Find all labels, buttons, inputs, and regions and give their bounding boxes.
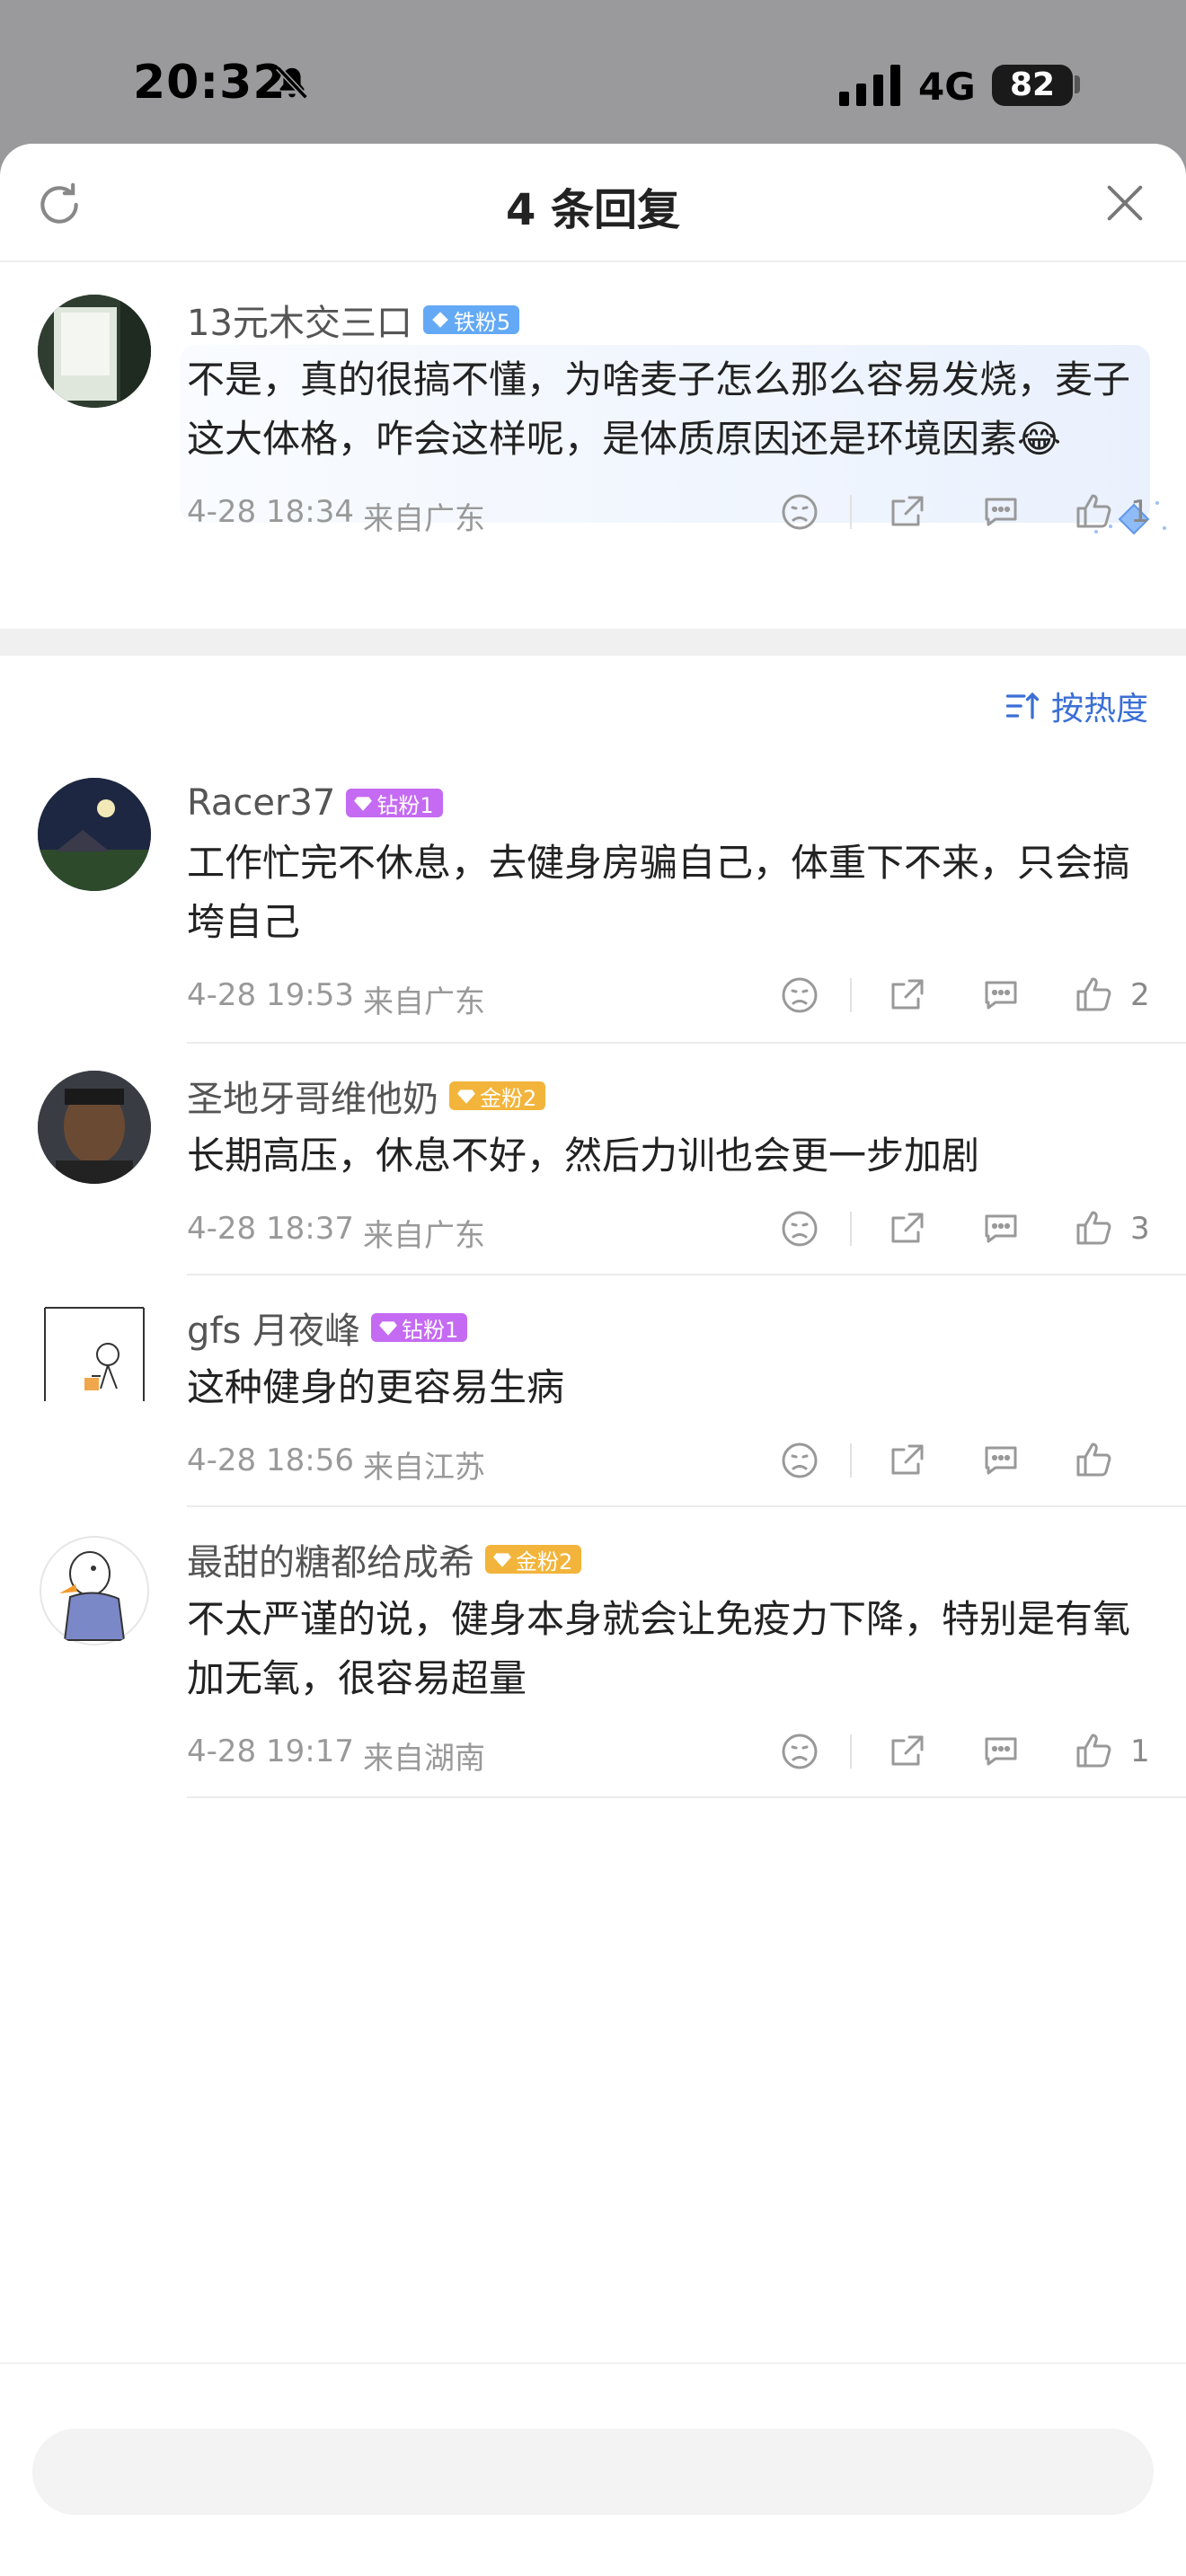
reply-icon[interactable] — [979, 1207, 1022, 1250]
like-count: 1 — [1130, 494, 1150, 530]
dislike-icon[interactable] — [778, 1207, 821, 1250]
signal-icon — [839, 65, 900, 106]
comment-location: 来自湖南 — [363, 1741, 485, 1777]
comment-actions — [778, 1437, 1150, 1484]
bell-muted-icon — [276, 66, 308, 100]
reply-icon[interactable] — [979, 974, 1022, 1017]
badge-label: 铁粉5 — [453, 309, 511, 335]
reply-input[interactable] — [32, 2429, 1154, 2515]
comment-actions: 1 — [778, 1728, 1150, 1775]
divider — [187, 1042, 1186, 1044]
reply-icon[interactable] — [979, 1439, 1022, 1482]
author-name[interactable]: 圣地牙哥维他奶 — [187, 1070, 438, 1122]
gem-icon — [379, 1321, 397, 1336]
network-label: 4G — [918, 65, 976, 109]
comment-text: 不太严谨的说，健身本身就会让免疫力下降，特别是有氧加无氧，很容易超量 — [187, 1597, 1131, 1700]
reply-icon[interactable] — [979, 490, 1022, 534]
comment-time: 4-28 19:17 — [187, 1734, 354, 1769]
avatar[interactable] — [38, 295, 151, 408]
comment-text: 这种健身的更容易生病 — [187, 1365, 565, 1409]
comment-actions: 2 — [778, 972, 1150, 1019]
comment-location: 来自广东 — [363, 501, 485, 537]
comment-text: 不是，真的很搞不懂，为啥麦子怎么那么容易发烧，麦子这大体格，咋会这样呢，是体质原… — [187, 357, 1131, 461]
share-icon[interactable] — [886, 1207, 929, 1250]
close-icon[interactable] — [1102, 180, 1148, 226]
dislike-icon[interactable] — [778, 490, 821, 534]
fan-badge: 金粉2 — [485, 1545, 582, 1575]
status-time: 20:32 — [133, 56, 287, 110]
comment-actions: 1 — [778, 489, 1150, 535]
gem-icon — [432, 312, 448, 328]
section-divider — [0, 629, 1186, 656]
comment-meta: 4-28 18:34 来自广东 1 — [187, 485, 1150, 539]
comment-actions: 3 — [778, 1205, 1150, 1252]
divider — [187, 1274, 1186, 1275]
badge-label: 金粉2 — [516, 1548, 573, 1575]
author-name[interactable]: Racer37 — [187, 782, 335, 824]
gem-icon — [457, 1090, 475, 1104]
share-icon[interactable] — [886, 1730, 929, 1773]
fan-badge: 钻粉1 — [346, 789, 443, 818]
fan-badge: 金粉2 — [449, 1081, 546, 1111]
like-icon[interactable] — [1073, 974, 1116, 1017]
gem-icon — [354, 797, 373, 811]
status-bar: 20:32 4G 82 — [0, 0, 1186, 144]
battery-indicator: 82 — [992, 65, 1073, 106]
like-count: 1 — [1130, 1734, 1150, 1769]
like-count: 3 — [1130, 1211, 1150, 1247]
share-icon[interactable] — [886, 1439, 929, 1482]
sheet-header: 4 条回复 — [0, 144, 1186, 262]
divider — [187, 1505, 1186, 1507]
gem-icon — [493, 1553, 511, 1567]
comment-meta: 4-28 19:53 来自广东 2 — [187, 968, 1150, 1022]
author-name[interactable]: 13元木交三口 — [187, 294, 412, 346]
author-name[interactable]: gfs 月夜峰 — [187, 1301, 360, 1354]
dislike-icon[interactable] — [778, 1730, 821, 1773]
sort-icon — [1005, 692, 1040, 719]
sort-by-hot-button[interactable]: 按热度 — [1003, 683, 1148, 729]
comment-time: 4-28 18:56 — [187, 1442, 354, 1478]
avatar[interactable] — [38, 1534, 151, 1647]
author-name[interactable]: 最甜的糖都给成希 — [187, 1533, 474, 1585]
comment-time: 4-28 18:34 — [187, 494, 354, 530]
dislike-icon[interactable] — [778, 974, 821, 1017]
share-icon[interactable] — [886, 974, 929, 1017]
comment-time: 4-28 18:37 — [187, 1211, 354, 1247]
comment-location: 来自江苏 — [363, 1450, 485, 1486]
badge-label: 金粉2 — [480, 1085, 537, 1111]
fan-badge: 钻粉1 — [371, 1313, 468, 1343]
dislike-icon[interactable] — [778, 1439, 821, 1482]
like-icon[interactable] — [1073, 1730, 1116, 1773]
fan-badge: 铁粉5 — [422, 305, 520, 335]
comment-meta: 4-28 18:56 来自江苏 — [187, 1434, 1150, 1487]
comment-text: 长期高压，休息不好，然后力训也会更一步加剧 — [187, 1134, 980, 1178]
comment-location: 来自广东 — [363, 1218, 485, 1254]
comment-location: 来自广东 — [363, 984, 485, 1020]
avatar[interactable] — [38, 778, 151, 891]
comment-meta: 4-28 18:37 来自广东 3 — [187, 1202, 1150, 1256]
badge-label: 钻粉1 — [376, 792, 434, 818]
avatar[interactable] — [38, 1302, 151, 1416]
comment-time: 4-28 19:53 — [187, 977, 354, 1013]
battery-tip — [1075, 75, 1080, 93]
like-count: 2 — [1130, 977, 1150, 1013]
reply-bar — [0, 2362, 1186, 2576]
share-icon[interactable] — [886, 490, 929, 534]
like-icon[interactable] — [1073, 490, 1116, 534]
comment-meta: 4-28 19:17 来自湖南 1 — [187, 1725, 1150, 1778]
avatar[interactable] — [38, 1071, 151, 1184]
sort-label: 按热度 — [1050, 691, 1148, 728]
reply-icon[interactable] — [979, 1730, 1022, 1773]
like-icon[interactable] — [1073, 1439, 1116, 1482]
badge-label: 钻粉1 — [402, 1317, 459, 1343]
replies-sheet: 4 条回复 13元木交三口 铁粉5 不是，真的很搞不懂，为啥麦子怎么那么容易发烧… — [0, 144, 1186, 2576]
like-icon[interactable] — [1073, 1207, 1116, 1250]
sheet-title: 4 条回复 — [505, 185, 681, 235]
comment-text: 工作忙完不休息，去健身房骗自己，体重下不来，只会搞垮自己 — [187, 841, 1131, 944]
divider — [187, 1796, 1186, 1798]
